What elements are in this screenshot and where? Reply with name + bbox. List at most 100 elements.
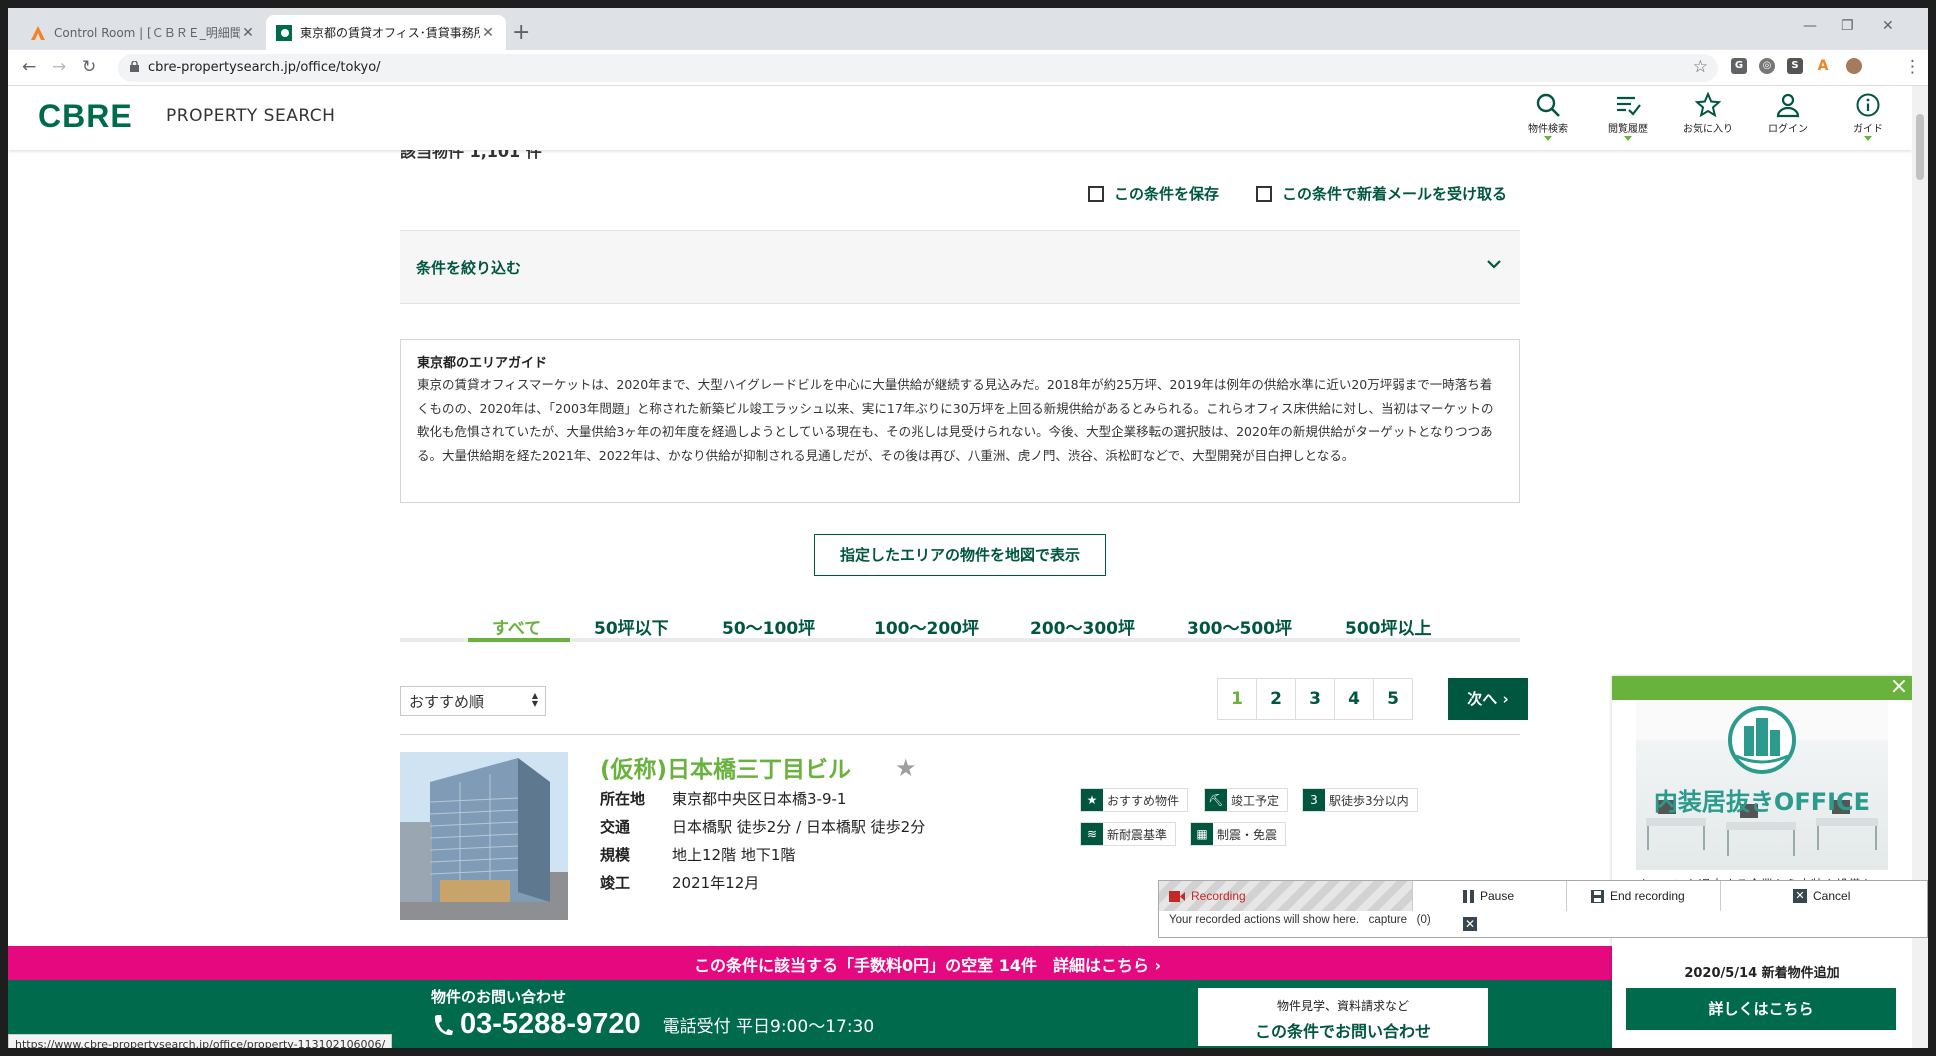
nav-history[interactable]: 閲覧履歴 [1596,92,1660,141]
spec-access: 交通 日本橋駅 徒歩2分 / 日本橋駅 徒歩2分 [600,816,925,837]
scrollbar-thumb[interactable] [1916,114,1924,180]
tab-50-100[interactable]: 50～100坪 [722,614,815,639]
page-5[interactable]: 5 [1373,678,1413,720]
url-text: cbre-propertysearch.jp/office/tokyo/ [148,60,381,75]
info-icon [1856,93,1880,117]
nav-login[interactable]: ログイン [1756,92,1820,135]
tag-seismic-standard: ≋ 新耐震基準 [1080,822,1177,846]
new-tab-icon[interactable]: + [512,20,530,45]
search-icon [1536,93,1560,117]
nav-label: ガイド [1853,124,1883,135]
office-interior-image[interactable]: 内装居抜きOFFICE [1636,700,1888,870]
minimize-icon[interactable]: — [1803,18,1817,34]
building-photo[interactable] [400,752,568,920]
recording-status: Recording [1159,881,1413,911]
pause-button[interactable]: Pause [1413,881,1567,911]
tab-100-200[interactable]: 100～200坪 [874,614,979,639]
area-guide: 東京都のエリアガイド 東京の賃貸オフィスマーケットは、2020年まで、大型ハイグ… [400,339,1520,503]
taskbar-strip [0,1048,1936,1056]
tab-control-room[interactable]: Control Room | [ＣＢＲＥ_明細聞 ✕ [20,15,266,50]
menu-dots-icon[interactable]: ⋮ [1904,57,1921,77]
save-condition-checkbox[interactable]: この条件を保存 [1088,183,1219,204]
cbre-favicon-icon [276,24,292,41]
popup-headline: 内装居抜きOFFICE [1653,788,1871,816]
forward-icon[interactable]: → [52,57,66,77]
phone-icon [434,1014,453,1035]
restore-icon[interactable]: ❐ [1841,18,1854,34]
end-recording-button[interactable]: End recording [1567,881,1721,911]
tab-title: 東京都の賃貸オフィス･賃貸事務所 [300,26,480,40]
nav-label: 閲覧履歴 [1608,124,1648,135]
nav-favorites[interactable]: お気に入り [1676,92,1740,135]
pagination: 1 2 3 4 5 [1217,678,1413,720]
page-3[interactable]: 3 [1295,678,1335,720]
nav-label: 物件検索 [1528,124,1568,135]
cbre-logo[interactable]: CBRE [38,98,133,135]
profile-avatar[interactable] [1846,58,1862,74]
extension-g-icon[interactable]: G [1731,58,1747,74]
tab-under-50[interactable]: 50坪以下 [594,614,669,639]
checkbox-icon[interactable] [1088,185,1104,202]
nav-label: ログイン [1768,124,1808,135]
star-icon: ★ [1081,789,1103,811]
address-bar[interactable]: cbre-propertysearch.jp/office/tokyo/ ☆ [118,54,1718,82]
tab-all[interactable]: すべて [492,614,541,639]
lock-icon [130,61,139,72]
cancel-x-icon: ✕ [1793,889,1807,903]
extension-s-icon[interactable]: S [1787,58,1803,74]
inquiry-big-label: この条件でお問い合わせ [1254,1022,1431,1041]
browser-toolbar: ← → ↻ cbre-propertysearch.jp/office/toky… [8,50,1928,86]
site-name: PROPERTY SEARCH [166,106,336,126]
tag-station-walk: 3 駅徒歩3分以内 [1302,788,1418,812]
mail-condition-checkbox[interactable]: この条件で新着メールを受け取る [1256,183,1507,204]
crane-icon: ⛏ [1205,789,1227,811]
inquiry-button[interactable]: 物件見学、資料請求など この条件でお問い合わせ [1198,988,1488,1046]
walk-3min-icon: 3 [1303,789,1325,811]
building-icon: ▦ [1191,823,1213,845]
spec-label: 規模 [600,846,631,864]
active-tab-indicator [468,638,570,642]
nav-guide[interactable]: ガイド [1836,92,1900,141]
nav-property-search[interactable]: 物件検索 [1516,92,1580,141]
dismiss-message-icon[interactable]: ✕ [1463,917,1477,931]
page-2[interactable]: 2 [1256,678,1296,720]
sort-select[interactable]: おすすめ順 ▲ ▼ [400,686,546,716]
close-tab-icon[interactable]: ✕ [240,25,256,41]
back-icon[interactable]: ← [22,57,36,77]
next-page-button[interactable]: 次へ › [1448,678,1528,720]
extension-circle-icon[interactable]: ◎ [1759,58,1775,74]
site-header: CBRE PROPERTY SEARCH 物件検索 閲覧履歴 お気に入り ログイ… [8,86,1912,150]
popup-more-button[interactable]: 詳しくはこちら [1626,988,1896,1030]
narrow-down-label: 条件を絞り込む [416,259,522,277]
spec-value: 2021年12月 [672,874,760,892]
narrow-down-accordion[interactable]: 条件を絞り込む [400,230,1520,304]
tab-200-300[interactable]: 200～300坪 [1030,614,1135,639]
checkbox-icon[interactable] [1256,185,1272,202]
page-4[interactable]: 4 [1334,678,1374,720]
select-arrows-icon: ▲ ▼ [531,691,538,708]
extension-aa-icon[interactable]: A [1815,58,1831,74]
page-1[interactable]: 1 [1217,678,1257,720]
phone-number[interactable]: 03-5288-9720 [460,1008,641,1041]
recorder-toolbar: Recording Pause End recording ✕ Cancel Y… [1158,880,1928,938]
spec-address: 所在地 東京都中央区日本橋3-9-1 [600,788,846,809]
tab-over-500[interactable]: 500坪以上 [1345,614,1432,639]
tab-300-500[interactable]: 300～500坪 [1187,614,1292,639]
capture-label: capture [1368,914,1408,926]
bookmark-star-icon[interactable]: ☆ [1693,57,1708,77]
tab-cbre[interactable]: 東京都の賃貸オフィス･賃貸事務所 ✕ [266,15,506,50]
zero-fee-text: この条件に該当する「手数料0円」の空室 14件 詳細はこちら › [694,956,1162,975]
close-tab-icon[interactable]: ✕ [480,25,496,41]
user-icon [1776,93,1800,118]
spec-value: 日本橋駅 徒歩2分 / 日本橋駅 徒歩2分 [672,818,926,836]
cancel-button[interactable]: ✕ Cancel [1721,881,1927,911]
close-window-icon[interactable]: ✕ [1882,18,1894,34]
property-name-link[interactable]: (仮称)日本橋三丁目ビル [600,750,851,784]
history-icon [1617,96,1641,116]
tag-label: 制震・免震 [1217,827,1278,842]
close-icon[interactable]: × [1888,676,1910,698]
reload-icon[interactable]: ↻ [82,57,96,77]
show-on-map-button[interactable]: 指定したエリアの物件を地図で表示 [814,534,1106,576]
favorite-star-icon[interactable]: ★ [895,754,917,782]
popup-top-bar [1612,676,1912,700]
